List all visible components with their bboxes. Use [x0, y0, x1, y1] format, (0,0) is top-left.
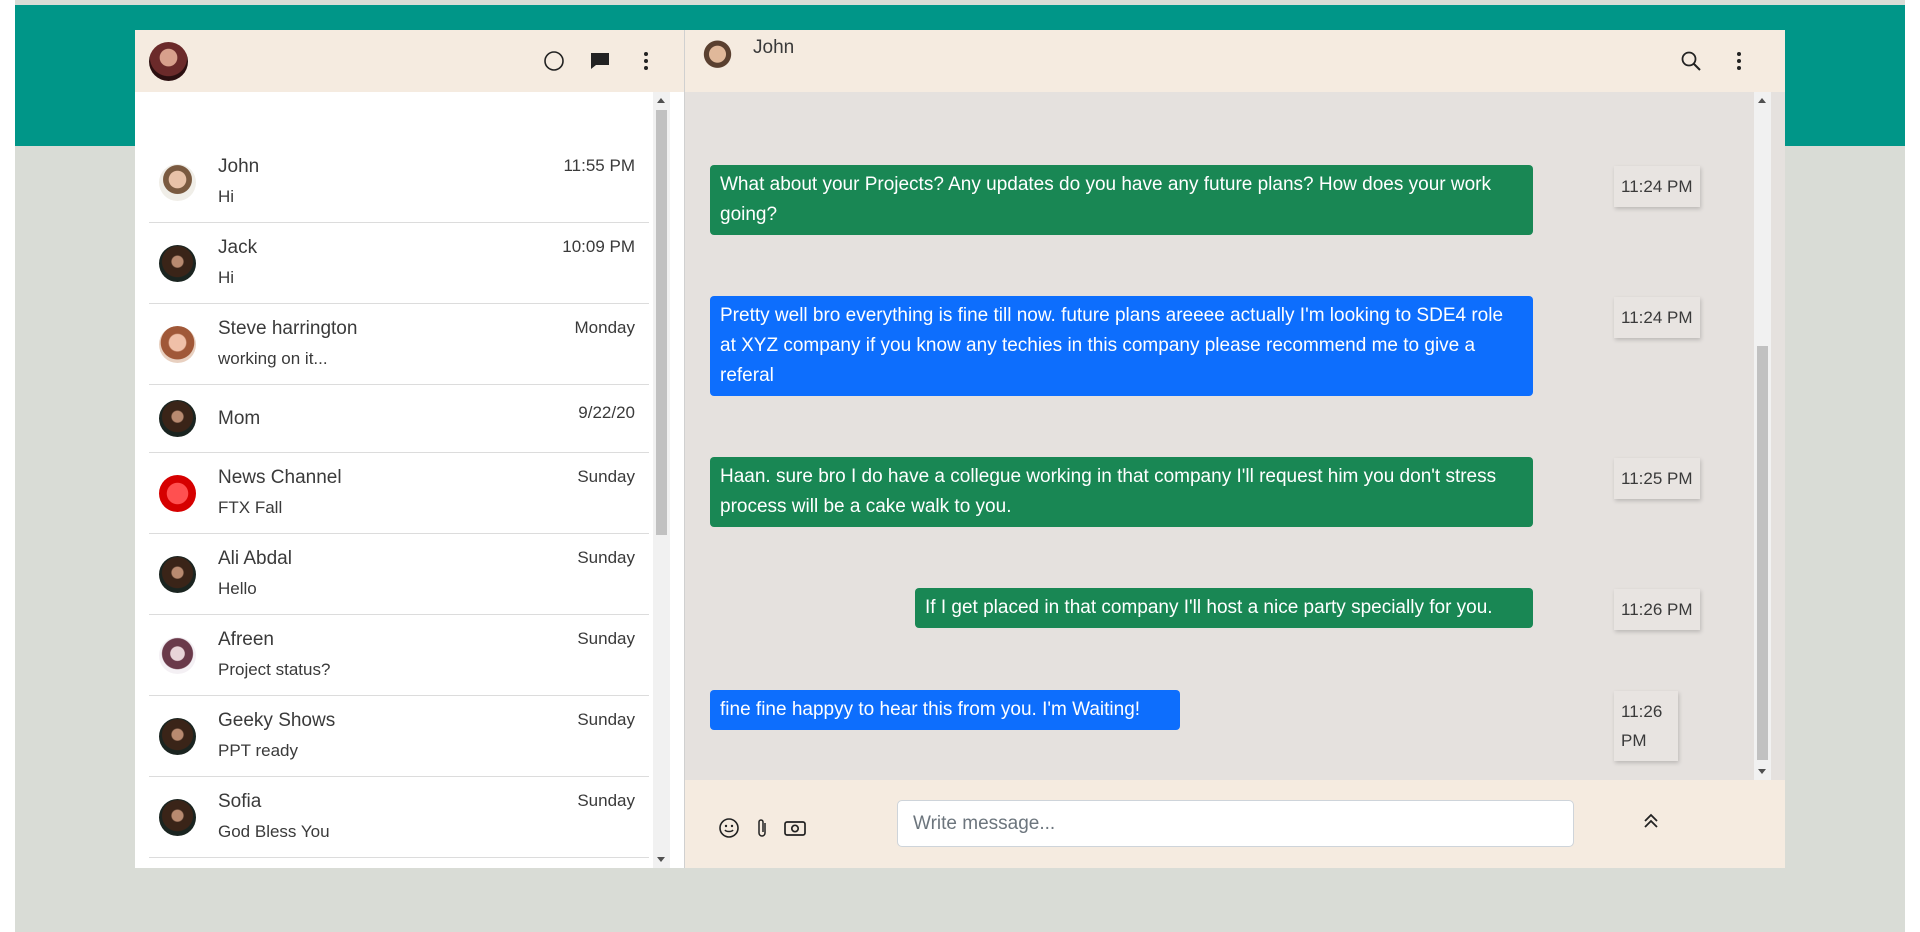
sidebar-header [135, 30, 684, 92]
contact-avatar [159, 636, 196, 674]
last-message: Hi [218, 187, 235, 206]
message-time: 11:24 PM [1614, 297, 1700, 338]
contact-name: Geeky Shows [218, 710, 336, 731]
contact-avatar [159, 325, 196, 363]
chat-time: Sunday [577, 710, 635, 729]
message-time: 11:26 PM [1614, 691, 1678, 761]
chat-list-item[interactable]: News Channel FTX Fall Sunday [149, 453, 649, 534]
last-message: Hello [218, 579, 257, 598]
last-message: PPT ready [218, 741, 299, 760]
sidebar-scrollbar[interactable] [653, 92, 670, 868]
contact-avatar [159, 400, 196, 437]
contact-avatar [159, 474, 196, 512]
new-chat-icon[interactable] [588, 49, 612, 73]
scrollbar-thumb[interactable] [656, 110, 667, 535]
composer [685, 780, 1785, 868]
menu-icon[interactable] [1727, 49, 1751, 73]
message-input[interactable] [897, 800, 1574, 847]
scroll-down-arrow[interactable] [1758, 769, 1766, 774]
chat-list-item[interactable]: Afreen Project status? Sunday [149, 615, 649, 696]
message-time: 11:25 PM [1614, 458, 1700, 499]
chat-list-item[interactable]: Jack Hi 10:09 PM [149, 223, 649, 304]
last-message: God Bless You [218, 822, 330, 841]
attachment-icon[interactable] [755, 816, 769, 840]
contact-name: Ali Abdal [218, 548, 292, 569]
message-bubble: fine fine happyy to hear this from you. … [710, 690, 1180, 730]
contact-name: News Channel [218, 467, 342, 488]
message-bubble: Haan. sure bro I do have a collegue work… [710, 457, 1533, 527]
contact-name: Steve harrington [218, 318, 358, 339]
message-bubble: If I get placed in that company I'll hos… [915, 588, 1533, 628]
chat-list-item[interactable]: John Hi 11:55 PM [149, 142, 649, 223]
contact-name: Sofia [218, 791, 262, 812]
last-message: working on it... [218, 349, 328, 368]
emoji-icon[interactable] [717, 816, 741, 840]
chat-time: Sunday [577, 629, 635, 648]
contact-name: Mom [218, 407, 261, 429]
scrollbar-thumb[interactable] [1757, 346, 1768, 760]
contact-avatar [159, 244, 196, 282]
scroll-up-arrow[interactable] [657, 98, 665, 103]
chat-time: Sunday [577, 548, 635, 567]
chat-time: Sunday [577, 467, 635, 486]
contact-avatar [159, 717, 196, 755]
chat-time: Sunday [577, 791, 635, 810]
chat-list-item[interactable]: Mom 9/22/20 [149, 385, 649, 453]
chat-app: John Hi 11:55 PM Jack Hi 10:09 PM Steve … [135, 30, 1785, 868]
contact-avatar [159, 555, 196, 593]
last-message: FTX Fall [218, 498, 283, 517]
scroll-down-arrow[interactable] [657, 857, 665, 862]
chat-list-item[interactable]: Ali Abdal Hello Sunday [149, 534, 649, 615]
conversation-header: John [685, 30, 1785, 92]
camera-icon[interactable] [783, 816, 807, 840]
last-message: Hi [218, 268, 235, 287]
chat-list-item[interactable]: Sofia God Bless You Sunday [149, 777, 649, 858]
my-avatar[interactable] [149, 41, 188, 81]
chat-list-item[interactable]: Geeky Shows PPT ready Sunday [149, 696, 649, 777]
contact-avatar [159, 798, 196, 836]
message-time: 11:24 PM [1614, 166, 1700, 207]
chat-time: 10:09 PM [562, 237, 635, 256]
chat-time: Monday [574, 318, 635, 337]
message-time: 11:26 PM [1614, 589, 1700, 630]
status-icon[interactable] [542, 49, 566, 73]
search-icon[interactable] [1679, 49, 1703, 73]
scroll-up-arrow[interactable] [1758, 98, 1766, 103]
message-area: What about your Projects? Any updates do… [685, 92, 1765, 780]
chat-time: 9/22/20 [578, 403, 635, 422]
last-message: Project status? [218, 660, 331, 679]
chat-time: 11:55 PM [563, 156, 635, 175]
contact-name: Afreen [218, 629, 274, 650]
message-bubble: What about your Projects? Any updates do… [710, 165, 1533, 235]
send-icon[interactable] [1640, 810, 1664, 834]
contact-avatar[interactable] [701, 38, 734, 74]
chat-list-item[interactable]: Steve harrington working on it... Monday [149, 304, 649, 385]
contact-avatar [159, 163, 196, 201]
chat-list: John Hi 11:55 PM Jack Hi 10:09 PM Steve … [149, 92, 649, 870]
sidebar: John Hi 11:55 PM Jack Hi 10:09 PM Steve … [135, 30, 685, 868]
contact-title: John [753, 37, 795, 58]
conversation-scrollbar[interactable] [1754, 92, 1771, 780]
message-bubble: Pretty well bro everything is fine till … [710, 296, 1533, 396]
menu-icon[interactable] [634, 49, 658, 73]
conversation-panel: John What about your Projects? Any updat… [685, 30, 1785, 868]
